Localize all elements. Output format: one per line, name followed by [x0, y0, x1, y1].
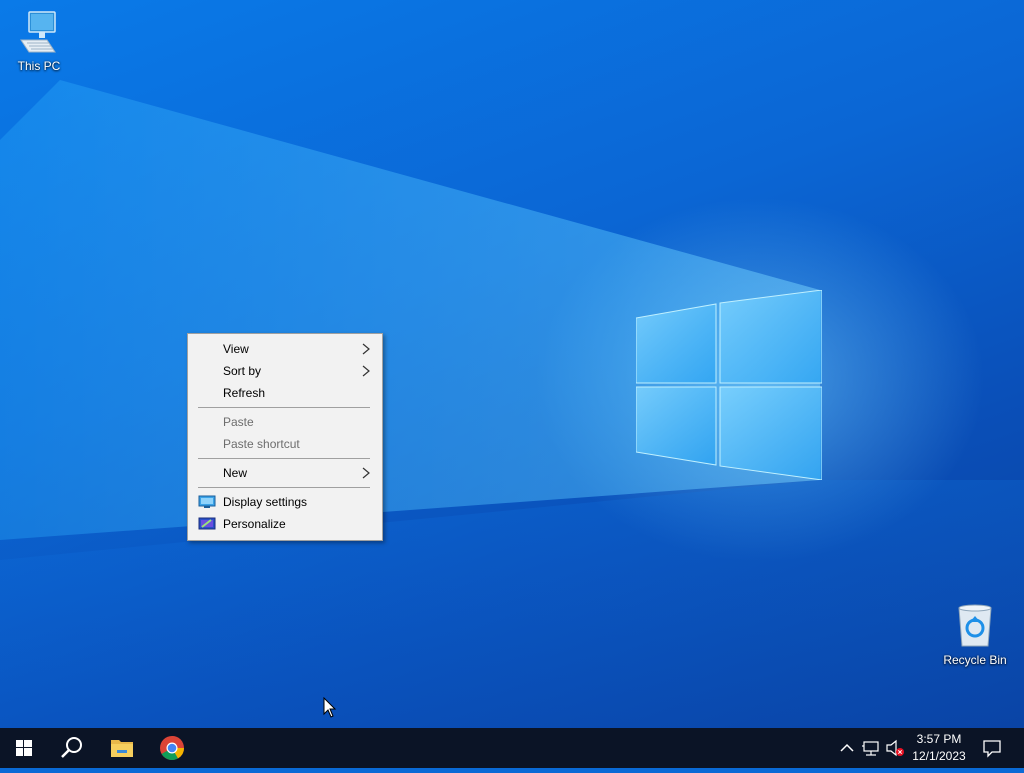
- clock-date: 12/1/2023: [912, 749, 966, 763]
- volume-muted-icon[interactable]: [885, 738, 905, 758]
- chevron-right-icon: [362, 467, 370, 479]
- menu-item-label: Refresh: [223, 386, 266, 400]
- file-explorer-button[interactable]: [98, 728, 146, 768]
- computer-icon: [20, 11, 56, 53]
- menu-separator: [198, 458, 370, 459]
- menu-separator: [198, 407, 370, 408]
- taskbar-clock[interactable]: 3:57 PM 12/1/2023: [906, 731, 972, 765]
- menu-item-paste-shortcut: Paste shortcut: [190, 433, 380, 455]
- chrome-button[interactable]: [148, 728, 196, 768]
- chrome-icon: [160, 736, 184, 761]
- windows-logo-icon: [16, 740, 32, 756]
- menu-item-label: Sort by: [223, 364, 262, 378]
- clock-time: 3:57 PM: [916, 732, 962, 746]
- menu-item-label: Paste shortcut: [223, 437, 300, 451]
- network-icon[interactable]: [861, 738, 881, 758]
- recycle-bin-icon: [958, 604, 992, 647]
- menu-separator: [198, 487, 370, 488]
- search-button[interactable]: [48, 728, 96, 768]
- mouse-pointer-icon: [323, 697, 337, 718]
- folder-icon: [111, 740, 133, 757]
- menu-item-personalize[interactable]: Personalize: [190, 513, 380, 535]
- desktop-wallpaper[interactable]: [0, 0, 1024, 728]
- menu-item-paste: Paste: [190, 411, 380, 433]
- menu-item-label: Display settings: [223, 495, 308, 509]
- taskbar: 3:57 PM 12/1/2023: [0, 728, 1024, 768]
- chevron-right-icon: [362, 365, 370, 377]
- display-icon: [198, 495, 216, 508]
- notification-icon[interactable]: [982, 738, 1002, 758]
- windows-wallpaper-logo: [636, 290, 822, 480]
- menu-item-label: New: [223, 466, 248, 480]
- menu-item-view[interactable]: View: [190, 338, 380, 360]
- desktop-icon-label: This PC: [17, 59, 61, 73]
- menu-item-new[interactable]: New: [190, 462, 380, 484]
- chevron-right-icon: [362, 343, 370, 355]
- desktop-context-menu: View Sort by Refresh Paste Paste shortcu…: [187, 333, 383, 541]
- menu-item-label: View: [223, 342, 249, 356]
- personalize-icon: [198, 517, 216, 530]
- desktop-icon-this-pc[interactable]: This PC: [1, 10, 77, 73]
- menu-item-label: Paste: [223, 415, 254, 429]
- menu-item-label: Personalize: [223, 517, 286, 531]
- chevron-up-icon[interactable]: [837, 738, 857, 758]
- desktop-icon-label: Recycle Bin: [943, 653, 1007, 667]
- menu-item-sort-by[interactable]: Sort by: [190, 360, 380, 382]
- start-button[interactable]: [0, 728, 48, 768]
- search-icon: [61, 737, 82, 758]
- menu-item-display-settings[interactable]: Display settings: [190, 491, 380, 513]
- menu-item-refresh[interactable]: Refresh: [190, 382, 380, 404]
- desktop-icon-recycle-bin[interactable]: Recycle Bin: [937, 602, 1013, 667]
